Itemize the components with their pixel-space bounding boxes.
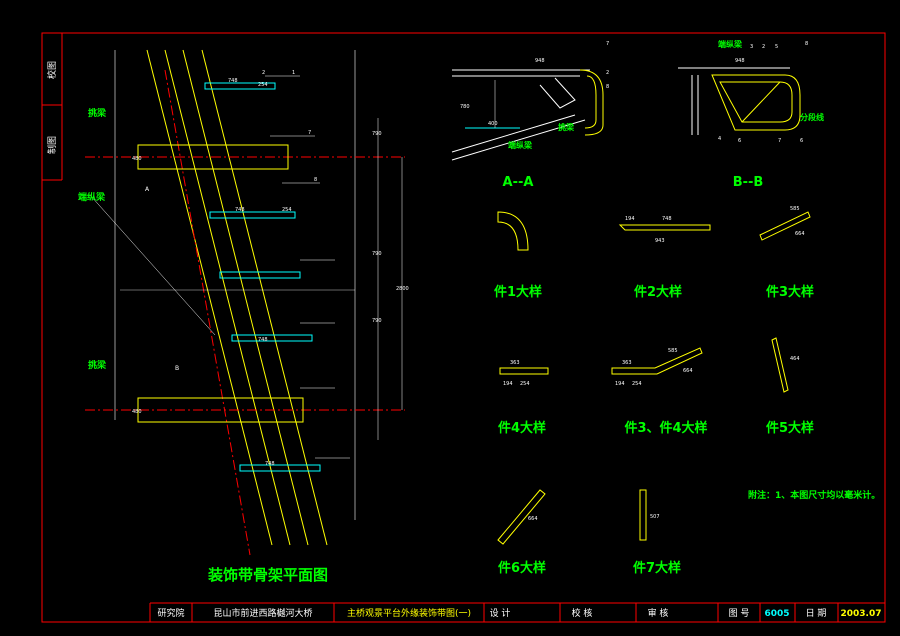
plan-callout-1: 1: [292, 70, 295, 76]
detail-3-label: 件3大样: [766, 284, 814, 300]
plan-dim-748-3: 748: [258, 337, 268, 343]
tb-date-label: 日 期: [806, 608, 827, 619]
detail-1-label: 件1大样: [494, 284, 542, 300]
tb-review-label: 审 核: [648, 607, 669, 619]
plan-dim-790-1: 790: [372, 131, 382, 137]
aa-title: A--A: [503, 175, 534, 190]
detail-4-shape: [499, 367, 549, 375]
detail-2-shape: [618, 224, 711, 231]
aa-num-2: 2: [606, 70, 609, 76]
plan-section-b: B: [175, 365, 179, 372]
detail-3-dim-664: 664: [795, 231, 805, 237]
bb-title: B--B: [733, 175, 764, 190]
detail-7-dim-507: 507: [650, 514, 660, 520]
detail-4-dim-363: 363: [510, 360, 520, 366]
plan-callout-2: 2: [262, 70, 265, 76]
aa-dim-780: 780: [460, 104, 470, 110]
bb-num-4: 4: [718, 136, 721, 142]
aa-label-beam: 挑梁: [558, 122, 575, 132]
detail-2-dim-194: 194: [625, 216, 635, 222]
detail-34-dim-664: 664: [683, 368, 693, 374]
detail-6-dim-664: 664: [528, 516, 538, 522]
aa-num-7: 7: [606, 41, 609, 47]
detail-34-label: 件3、件4大样: [624, 420, 707, 436]
bb-label-edge-beam: 端纵梁: [718, 39, 743, 49]
detail-2-dim-943: 943: [655, 238, 665, 244]
detail-6-label: 件6大样: [498, 560, 546, 576]
detail-2-label: 件2大样: [634, 284, 682, 300]
plan-dim-790-2: 790: [372, 251, 382, 257]
detail-34-dim-194: 194: [615, 381, 625, 387]
plan-label-edge-beam: 端纵梁: [78, 191, 106, 203]
tb-number-label: 图 号: [729, 608, 750, 619]
tb-institute: 研究院: [157, 607, 184, 619]
plan-label-beam-bottom: 挑梁: [88, 359, 107, 371]
tb-design-label: 设 计: [490, 607, 511, 619]
plan-dim-480-1: 480: [132, 156, 142, 162]
detail-4-dim-194: 194: [503, 381, 513, 387]
plan-callout-8: 8: [314, 177, 317, 183]
bb-num-6: 7: [778, 138, 781, 144]
detail-5-shape: [771, 337, 789, 393]
bb-num-2: 5: [775, 44, 778, 50]
aa-dim-400: 400: [488, 121, 498, 127]
side-label-draw: 制图: [46, 136, 58, 154]
detail-5-label: 件5大样: [766, 420, 814, 436]
detail-5-dim-464: 464: [790, 356, 800, 362]
plan-dim-748-4: 748: [265, 461, 275, 467]
plan-dim-254-1: 254: [258, 82, 268, 88]
plan-dim-480-2: 480: [132, 409, 142, 415]
plan-dim-748-2: 748: [235, 207, 245, 213]
aa-dim-948: 948: [535, 58, 545, 64]
detail-2-dim-748: 748: [662, 216, 672, 222]
detail-6-shape: [497, 489, 546, 545]
bb-dim-948: 948: [735, 58, 745, 64]
bb-label-split-line: 分段线: [800, 112, 824, 122]
aa-num-8: 8: [606, 84, 609, 90]
aa-label-edge-beam: 端纵梁: [508, 140, 533, 150]
detail-1-shape: [497, 211, 529, 251]
bb-num-1: 2: [762, 44, 765, 50]
tb-date-value: 2003.07: [841, 609, 882, 619]
detail-7-label: 件7大样: [633, 560, 681, 576]
drawing-canvas: 校图 制图 研究院 昆山市前进西路樾河大桥 主桥观景平台外缘装饰带图(一) 设 …: [41, 32, 886, 623]
detail-3-dim-585: 585: [790, 206, 800, 212]
detail-34-dim-363: 363: [622, 360, 632, 366]
bb-num-5: 6: [738, 138, 741, 144]
plan-dim-790-3: 790: [372, 318, 382, 324]
side-label-check: 校图: [46, 61, 58, 79]
plan-dim-254-2: 254: [282, 207, 292, 213]
plan-view: [85, 49, 405, 556]
section-bb-drawing: [678, 67, 801, 135]
detail-34-dim-585: 585: [668, 348, 678, 354]
tb-number-value: 6005: [764, 609, 789, 619]
note-text: 附注：1、本图尺寸均以毫米计。: [748, 489, 880, 501]
detail-4-label: 件4大样: [498, 420, 546, 436]
bb-num-7: 6: [800, 138, 803, 144]
bb-num-3: 8: [805, 41, 808, 47]
detail-34-dim-254: 254: [632, 381, 642, 387]
detail-4-dim-254: 254: [520, 381, 530, 387]
detail-7-shape: [639, 489, 647, 541]
plan-callout-7: 7: [308, 130, 311, 136]
plan-section-a: A: [145, 186, 150, 193]
tb-check-label: 校 核: [572, 607, 593, 619]
plan-label-beam-top: 挑梁: [88, 107, 107, 119]
tb-drawing-title: 主桥观景平台外缘装饰带图(一): [347, 607, 471, 619]
drawing-border: [41, 32, 886, 623]
plan-dim-748-1: 748: [228, 78, 238, 84]
bb-num-0: 3: [750, 44, 753, 50]
plan-dim-2800: 2800: [396, 286, 409, 292]
plan-title: 装饰带骨架平面图: [207, 566, 328, 584]
tb-project: 昆山市前进西路樾河大桥: [213, 607, 312, 619]
